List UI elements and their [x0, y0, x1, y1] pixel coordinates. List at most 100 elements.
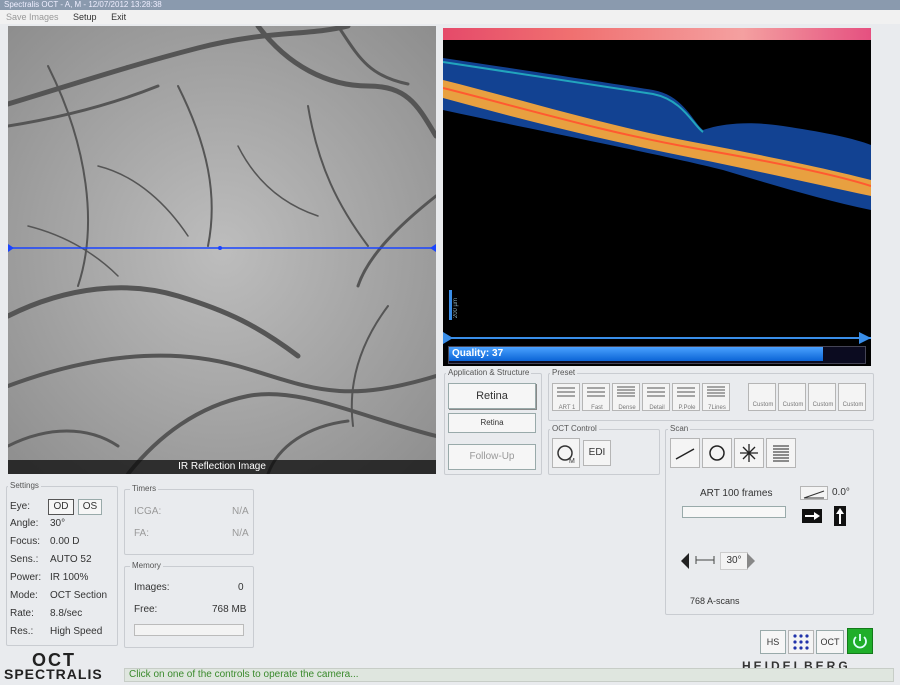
preset-title: Preset — [550, 368, 578, 377]
settings-mode-label: Mode: — [10, 590, 38, 601]
settings-power-value: IR 100% — [50, 572, 89, 583]
memory-free-value: 768 MB — [212, 604, 247, 615]
lines-icon — [677, 387, 695, 397]
settings-mode-value: OCT Section — [50, 590, 108, 601]
settings-title: Settings — [8, 481, 41, 490]
preset-detail-label: Detail — [649, 405, 665, 411]
status-bar: Click on one of the controls to operate … — [124, 668, 894, 682]
retina-sub-button[interactable]: Retina — [448, 413, 536, 433]
scan-angle-button[interactable] — [800, 486, 828, 500]
preset-ppole-label: P.Pole — [678, 405, 696, 411]
icga-label: ICGA: — [134, 506, 162, 517]
eye-od-button[interactable]: OD — [48, 499, 74, 515]
edi-button[interactable]: EDI — [583, 440, 611, 466]
line-scan-icon — [675, 448, 695, 460]
preset-dense-button[interactable]: Dense — [612, 383, 640, 411]
scan-line-button[interactable] — [670, 438, 700, 468]
size-indicator — [694, 553, 716, 567]
power-button[interactable] — [847, 628, 873, 654]
arrow-right-icon — [805, 512, 820, 520]
settings-res-label: Res.: — [10, 626, 34, 637]
settings-angle-value: 30° — [50, 518, 66, 529]
oct-scan-image[interactable]: 200 µm — [443, 28, 871, 366]
ir-vessel-drawing — [8, 26, 436, 474]
follow-up-button[interactable]: Follow-Up — [448, 444, 536, 470]
memory-free-label: Free: — [134, 604, 158, 615]
oct-button[interactable]: OCT — [816, 630, 844, 654]
preset-7lines-button[interactable]: 7Lines — [702, 383, 730, 411]
preset-custom-label: Custom — [782, 402, 804, 408]
direction-up-button[interactable] — [834, 506, 846, 526]
settings-rate-label: Rate: — [10, 608, 34, 619]
preset-detail-button[interactable]: Detail — [642, 383, 670, 411]
circle-scan-icon — [709, 445, 725, 461]
menu-bar: Save Images Setup Exit — [0, 10, 900, 24]
size-decrease-button[interactable] — [680, 552, 690, 570]
retina-button[interactable]: Retina — [448, 383, 536, 409]
oct-scale-label: 200 µm — [453, 298, 459, 319]
ir-reflection-image[interactable]: IR Reflection Image — [8, 26, 436, 474]
scan-star-button[interactable] — [734, 438, 764, 468]
preset-custom-label: Custom — [752, 402, 774, 408]
lines-icon — [587, 387, 605, 397]
menu-setup[interactable]: Setup — [73, 12, 97, 22]
scan-circle-button[interactable] — [702, 438, 732, 468]
settings-sens-value: AUTO 52 — [50, 554, 92, 565]
preset-fast-label: Fast — [591, 405, 603, 411]
power-icon — [853, 634, 867, 649]
preset-ppole-button[interactable]: P.Pole — [672, 383, 700, 411]
memory-images-label: Images: — [134, 582, 170, 593]
settings-focus-value: 0.00 D — [50, 536, 80, 547]
preset-custom-3[interactable]: Custom — [808, 383, 836, 411]
scan-ascans-label: 768 A-scans — [690, 596, 740, 606]
lines-icon — [557, 387, 575, 397]
oct-control-title: OCT Control — [550, 424, 599, 433]
preset-custom-4[interactable]: Custom — [838, 383, 866, 411]
dot-grid-icon — [793, 634, 809, 650]
settings-focus-label: Focus: — [10, 536, 41, 547]
icga-value: N/A — [232, 506, 249, 517]
menu-save-images[interactable]: Save Images — [6, 12, 59, 22]
settings-angle-label: Angle: — [10, 518, 39, 529]
hs-button[interactable]: HS — [760, 630, 786, 654]
spectralis-logo: SPECTRALIS — [4, 666, 103, 682]
grid-button[interactable] — [788, 630, 814, 654]
status-text: Click on one of the controls to operate … — [129, 669, 359, 680]
direction-right-button[interactable] — [802, 509, 822, 523]
fa-label: FA: — [134, 528, 150, 539]
settings-rate-value: 8.8/sec — [50, 608, 83, 619]
lines-icon — [707, 386, 725, 397]
angle-icon — [803, 490, 825, 499]
scan-raster-button[interactable] — [766, 438, 796, 468]
preset-art1-button[interactable]: ART 1 — [552, 383, 580, 411]
eye-label: Eye: — [10, 501, 31, 512]
memory-title: Memory — [130, 561, 163, 570]
memory-images-value: 0 — [238, 582, 244, 593]
quality-fill — [449, 347, 823, 361]
eye-os-button[interactable]: OS — [78, 499, 102, 515]
triangle-right-icon — [747, 553, 755, 569]
preset-custom-label: Custom — [842, 402, 864, 408]
star-scan-icon — [740, 444, 758, 462]
arrow-up-icon — [836, 508, 844, 524]
frames-slider[interactable] — [682, 506, 786, 518]
window-title-bar: Spectralis OCT - A, M - 12/07/2012 13:28… — [0, 0, 900, 10]
preset-art1-label: ART 1 — [558, 405, 576, 411]
preset-custom-1[interactable]: Custom — [748, 383, 776, 411]
eye-tracking-icon: M — [557, 445, 575, 465]
size-increase-button[interactable] — [746, 552, 756, 570]
eye-tracking-button[interactable]: M — [552, 438, 580, 468]
scan-size-value: 30° — [720, 552, 748, 570]
app-structure-title: Application & Structure — [446, 368, 532, 377]
preset-custom-2[interactable]: Custom — [778, 383, 806, 411]
quality-label: Quality: 37 — [452, 348, 504, 359]
preset-fast-button[interactable]: Fast — [582, 383, 610, 411]
settings-power-label: Power: — [10, 572, 42, 583]
ir-image-label: IR Reflection Image — [8, 460, 436, 474]
window-title: Spectralis OCT - A, M - 12/07/2012 13:28… — [4, 0, 162, 9]
oct-color-bar — [443, 28, 871, 40]
memory-usage-bar — [134, 624, 244, 636]
menu-exit[interactable]: Exit — [111, 12, 126, 22]
lines-icon — [617, 386, 635, 397]
settings-sens-label: Sens.: — [10, 554, 39, 565]
